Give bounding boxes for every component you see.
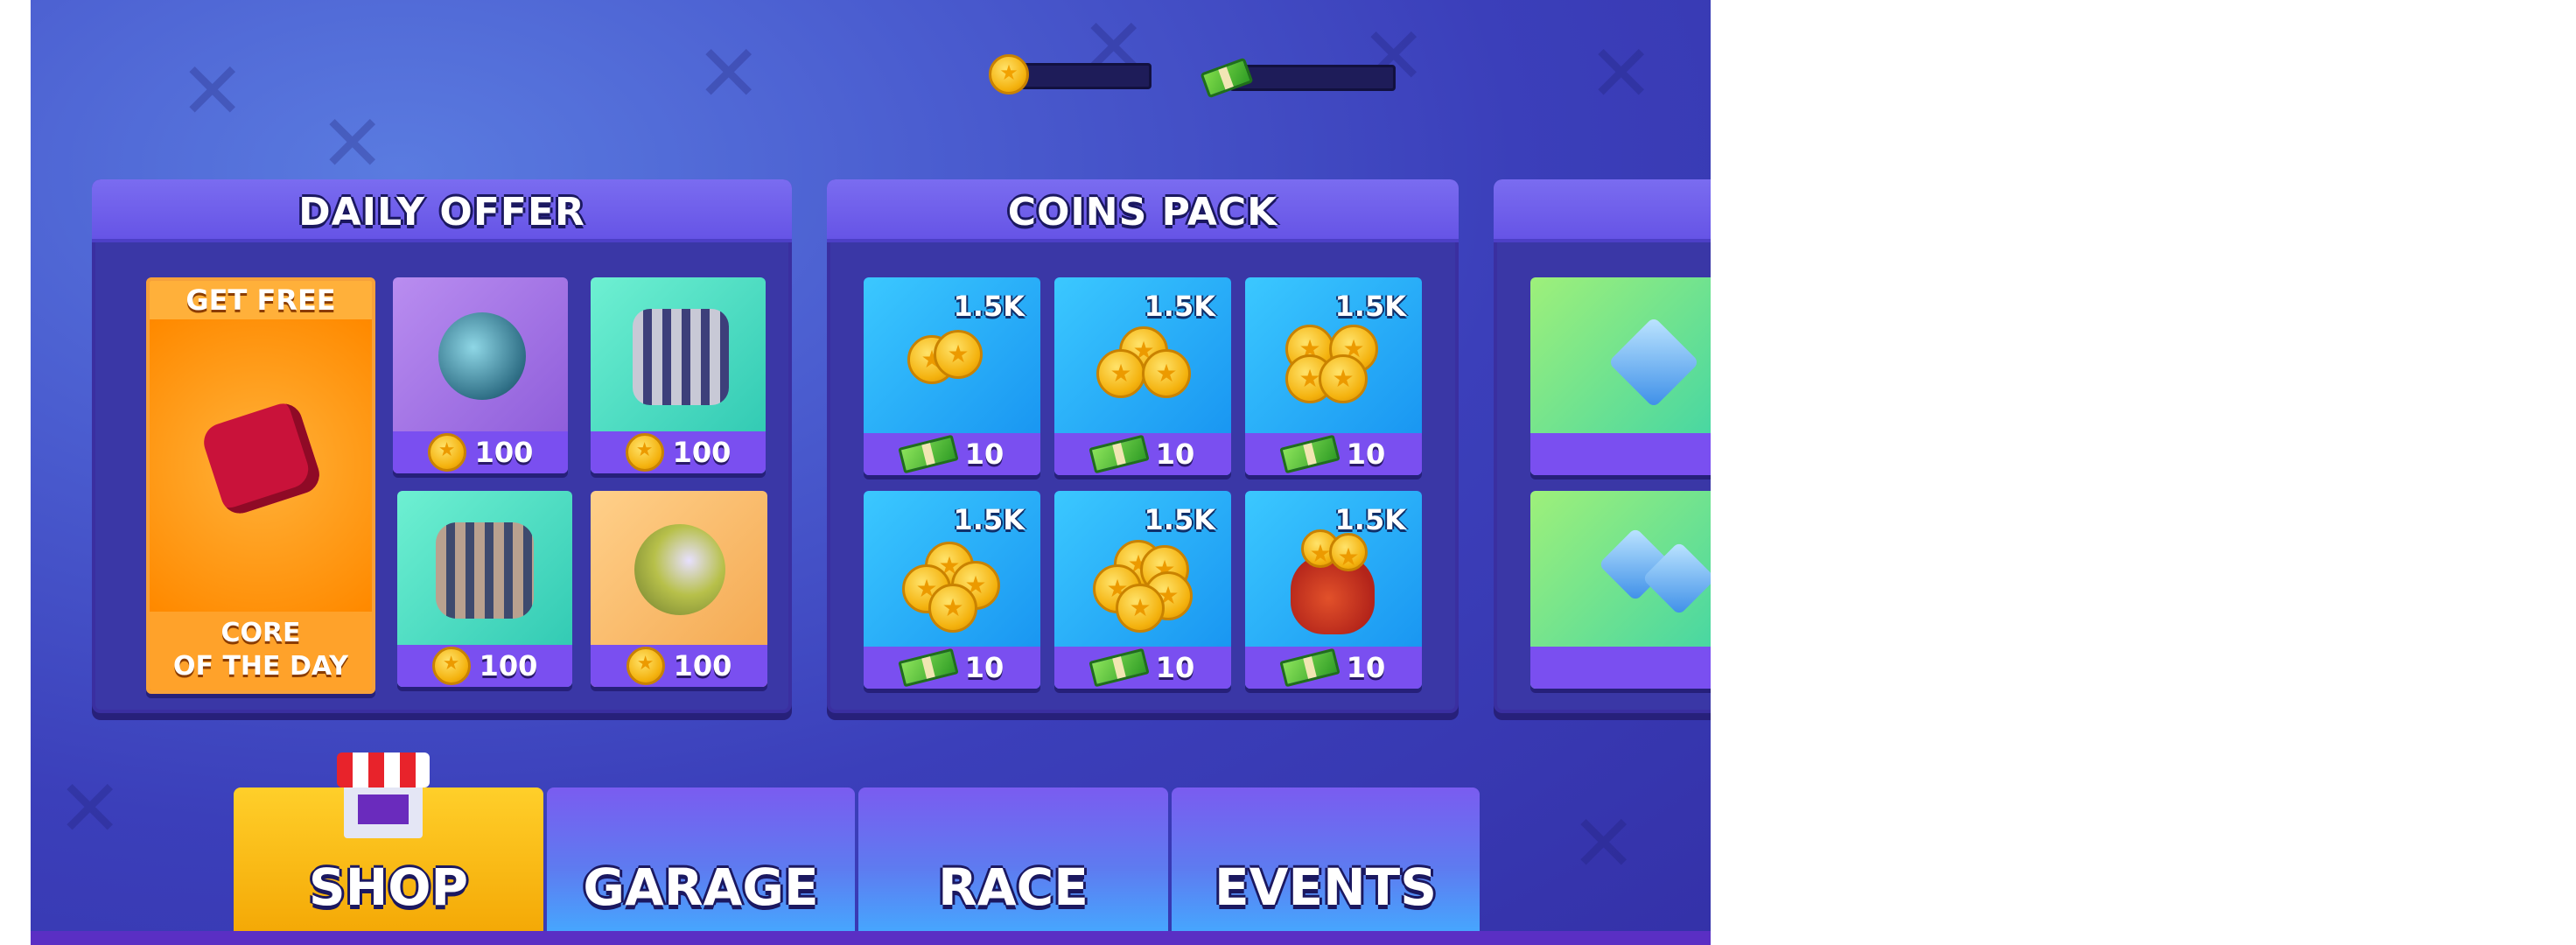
cash-icon <box>898 648 959 688</box>
daily-item-card[interactable]: 100 <box>393 277 568 473</box>
crossbones-deco: ✕ <box>696 28 762 120</box>
cash-icon <box>1088 434 1150 474</box>
price-tag: 10 <box>864 433 1040 475</box>
gem-pack-card[interactable] <box>1530 277 1711 475</box>
price-value: 10 <box>964 651 1004 684</box>
price-value: 100 <box>479 649 538 682</box>
tab-shop[interactable]: SHOP <box>234 752 543 934</box>
crossbones-deco: ✕ <box>319 98 386 190</box>
price-tag: 10 <box>1054 647 1231 689</box>
daily-item-card[interactable]: 100 <box>591 491 767 687</box>
price-tag: 10 <box>1245 433 1422 475</box>
tab-events[interactable]: EVENTS <box>1172 788 1480 934</box>
pack-amount: 1.5K <box>1144 503 1215 536</box>
price-tag: 100 <box>591 431 766 473</box>
bottom-strip <box>31 931 1711 945</box>
cash-icon <box>1279 434 1340 474</box>
panel-title: DAILY OFFER <box>298 190 585 234</box>
shop-icon <box>337 752 430 849</box>
crossbones-deco: ✕ <box>179 46 246 137</box>
coin-pack-card[interactable]: 1.5K 10 <box>864 491 1040 689</box>
daily-item-card[interactable]: 100 <box>591 277 766 473</box>
coins-pack-panel: COINS PACK 1.5K 10 1.5K 10 1.5K 10 1.5K … <box>827 179 1459 713</box>
panel-title: COINS PACK <box>1007 190 1278 234</box>
cash-icon <box>898 434 959 474</box>
free-core-card[interactable]: GET FREE CORE OF THE DAY <box>146 277 375 694</box>
price-value: 10 <box>1155 651 1195 684</box>
price-value: 10 <box>1346 651 1386 684</box>
cash-counter <box>1200 57 1404 99</box>
coin-pack-card[interactable]: 1.5K 10 <box>1054 491 1231 689</box>
pack-amount: 1.5K <box>1334 503 1406 536</box>
panel-header <box>1494 179 1711 242</box>
game-screen: ✕ ✕ ✕ ✕ ✕ ✕ ✕ ✕ DAILY OFFER GET FREE COR… <box>31 0 1711 945</box>
gem-pack-card[interactable] <box>1530 491 1711 689</box>
crossbones-deco: ✕ <box>57 763 123 855</box>
tab-label: RACE <box>938 858 1088 917</box>
coin-pack-card[interactable]: 1.5K 10 <box>1054 277 1231 475</box>
cash-bar <box>1229 65 1396 91</box>
tab-label: EVENTS <box>1214 858 1437 917</box>
price-tag: 100 <box>397 645 572 687</box>
engine-core-icon <box>633 309 729 405</box>
coins-counter <box>989 54 1172 94</box>
coin-icon <box>989 54 1029 94</box>
coin-icon <box>626 647 665 685</box>
price-value: 100 <box>673 649 732 682</box>
gem-icon <box>1607 316 1700 409</box>
price-tag: 100 <box>591 645 767 687</box>
gems-panel <box>1494 179 1711 713</box>
coin-icon <box>431 647 471 685</box>
coin-pack-card[interactable]: 1.5K 10 <box>1245 491 1422 689</box>
crossbones-deco: ✕ <box>1588 28 1655 120</box>
price-tag: 100 <box>393 431 568 473</box>
daily-item-card[interactable]: 100 <box>397 491 572 687</box>
coin-pack-card[interactable]: 1.5K 10 <box>864 277 1040 475</box>
tab-label: SHOP <box>308 858 469 917</box>
coin-pack-card[interactable]: 1.5K 10 <box>1245 277 1422 475</box>
engine-core-icon <box>634 524 725 615</box>
pack-amount: 1.5K <box>953 290 1025 323</box>
price-tag: 10 <box>1245 647 1422 689</box>
coin-icon <box>427 433 466 472</box>
core-label-line1: CORE <box>220 618 301 648</box>
pack-amount: 1.5K <box>1144 290 1215 323</box>
coin-icon <box>625 433 664 472</box>
price-value: 10 <box>964 438 1004 471</box>
price-value: 10 <box>1155 438 1195 471</box>
pack-amount: 1.5K <box>1334 290 1406 323</box>
tab-label: GARAGE <box>583 858 819 917</box>
get-free-label: GET FREE <box>150 281 372 319</box>
price-value: 100 <box>672 436 732 469</box>
engine-core-icon <box>438 312 526 400</box>
tab-race[interactable]: RACE <box>858 788 1168 934</box>
cash-icon <box>1279 648 1340 688</box>
price-tag <box>1530 647 1711 689</box>
pack-amount: 1.5K <box>953 503 1025 536</box>
panel-header: DAILY OFFER <box>92 179 792 242</box>
price-tag: 10 <box>1054 433 1231 475</box>
cash-icon <box>1088 648 1150 688</box>
panel-header: COINS PACK <box>827 179 1459 242</box>
daily-offer-panel: DAILY OFFER GET FREE CORE OF THE DAY 100… <box>92 179 792 713</box>
price-tag <box>1530 433 1711 475</box>
core-label-line2: OF THE DAY <box>173 651 348 682</box>
price-value: 100 <box>474 436 534 469</box>
price-tag: 10 <box>864 647 1040 689</box>
core-icon <box>199 398 325 519</box>
price-value: 10 <box>1346 438 1386 471</box>
core-of-day-label: CORE OF THE DAY <box>150 612 372 690</box>
crossbones-deco: ✕ <box>1571 798 1637 890</box>
cash-icon <box>1200 57 1254 99</box>
engine-core-icon <box>436 522 534 619</box>
tab-garage[interactable]: GARAGE <box>547 788 855 934</box>
